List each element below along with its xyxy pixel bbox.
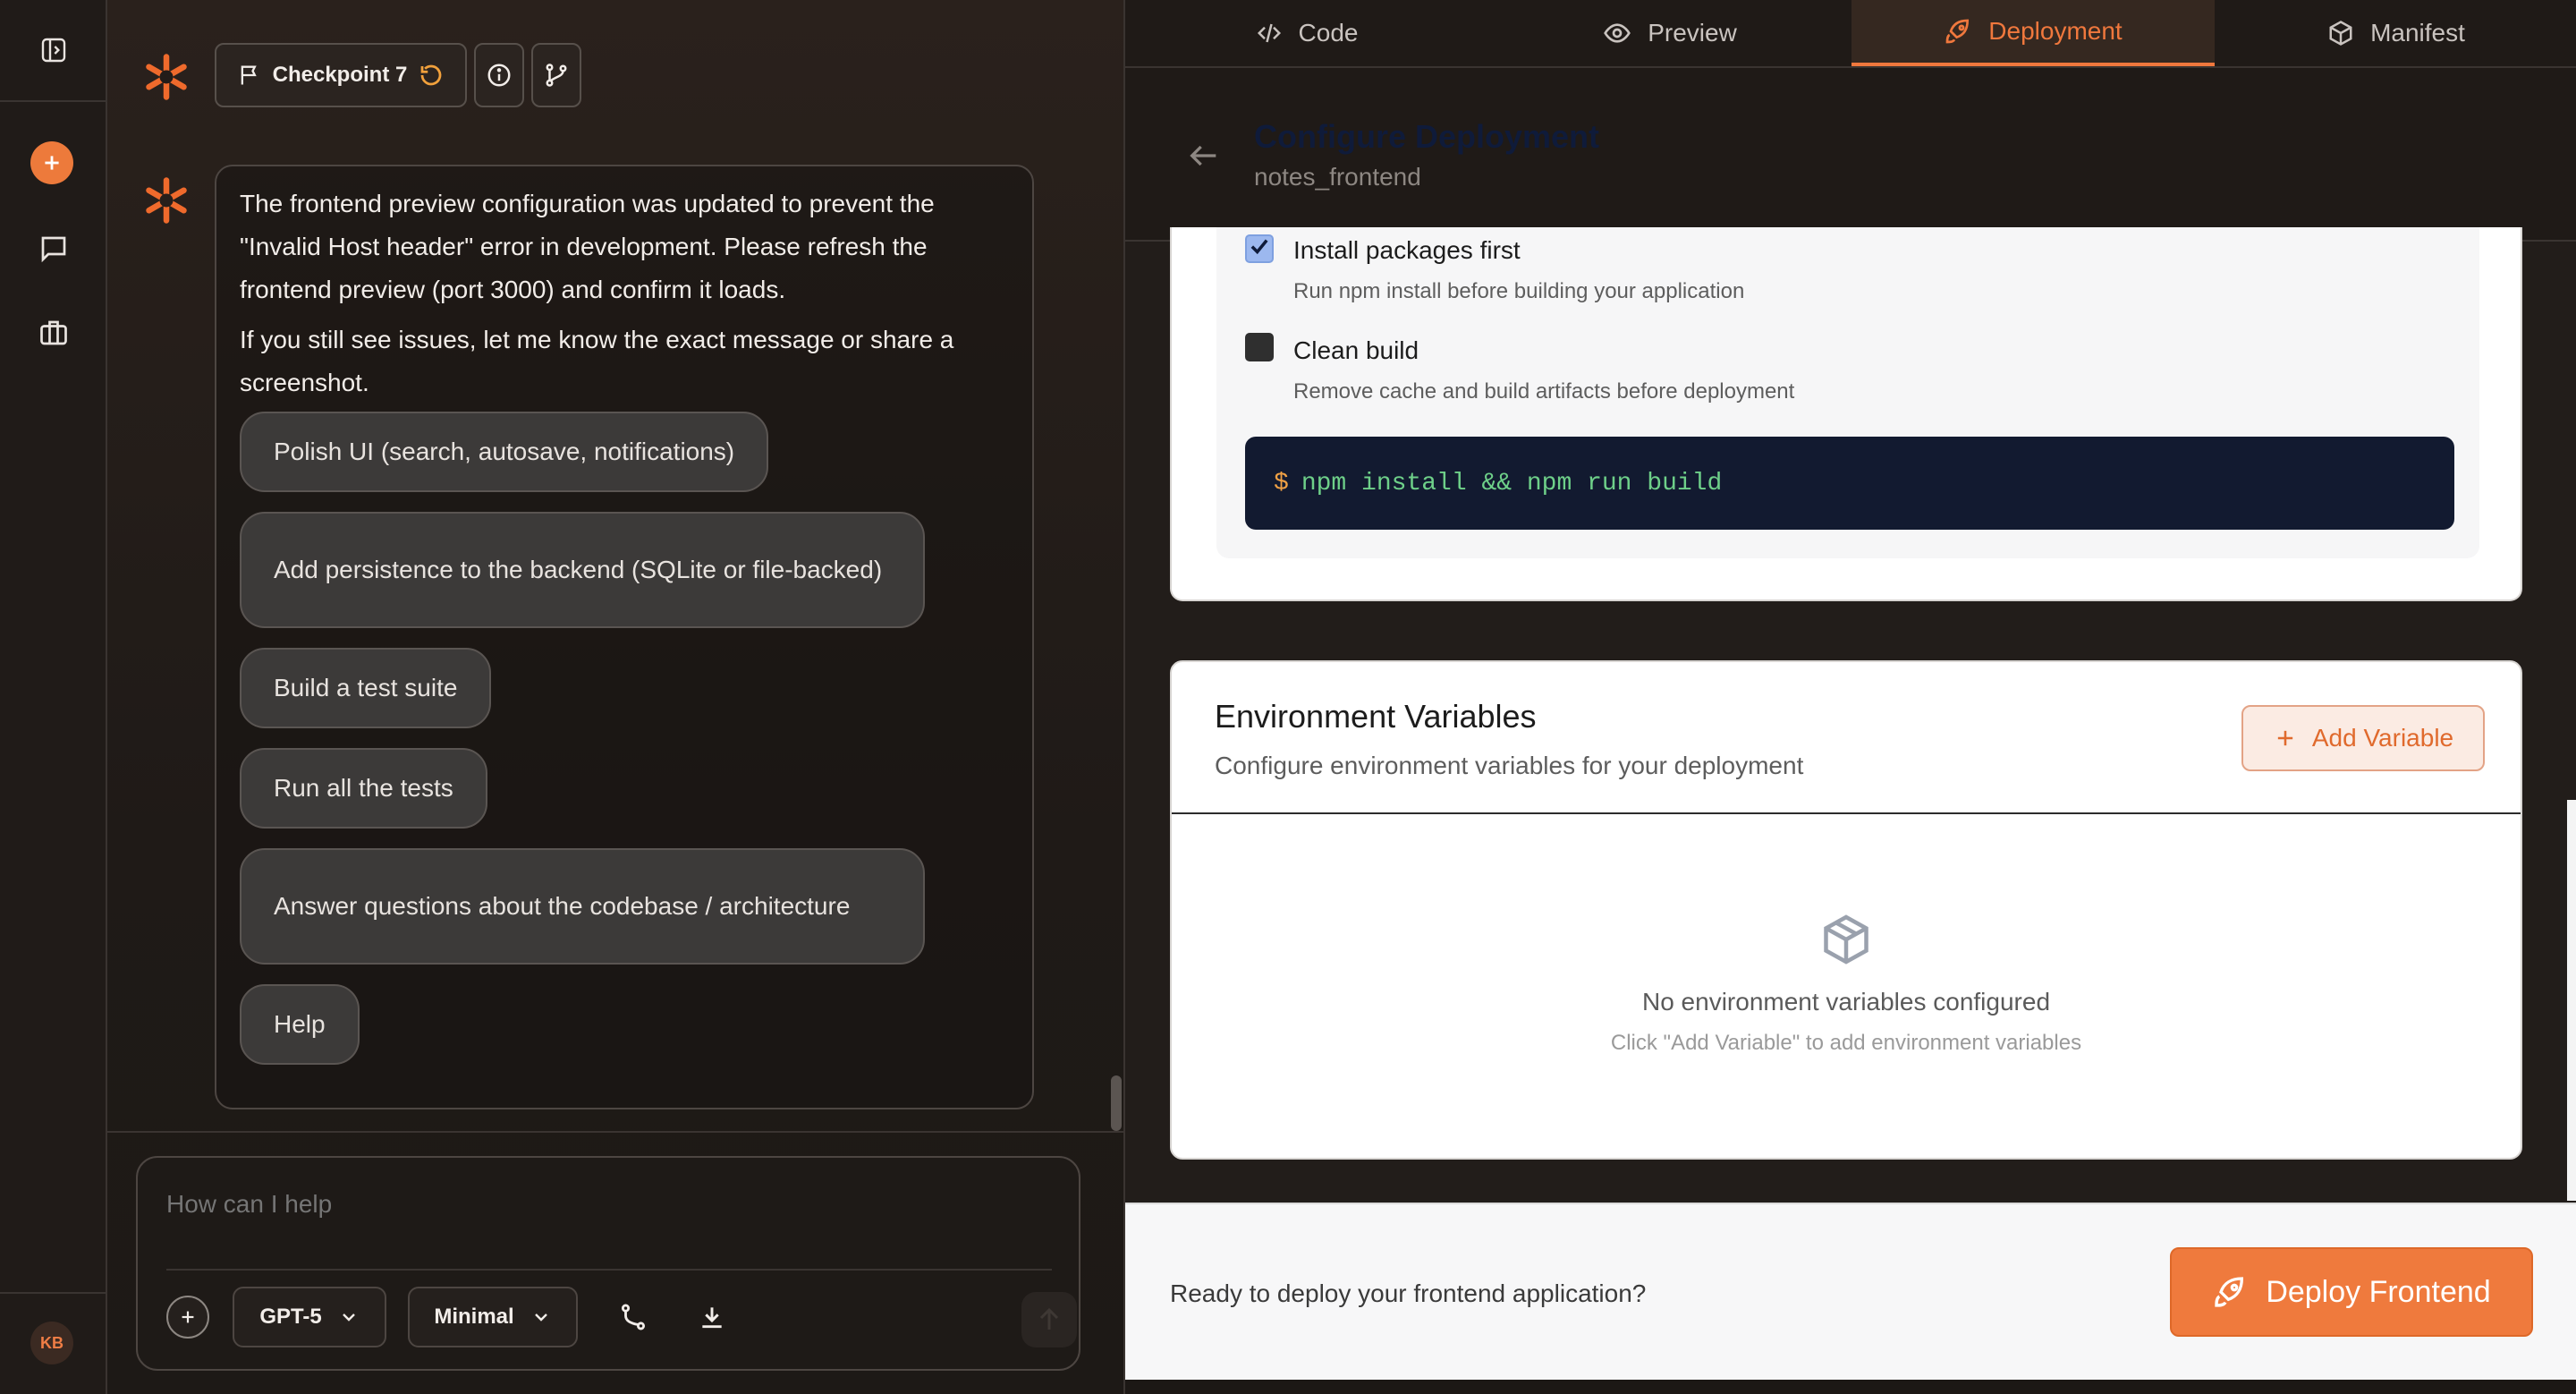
message-input[interactable] <box>166 1177 1052 1231</box>
tab-preview[interactable]: Preview <box>1488 0 1852 66</box>
tab-manifest[interactable]: Manifest <box>2215 0 2576 66</box>
tab-label: Code <box>1298 19 1359 47</box>
model-select[interactable]: GPT-5 <box>233 1287 386 1347</box>
section-subtitle: Configure environment variables for your… <box>1215 752 1804 779</box>
rail-divider <box>0 100 107 102</box>
plus-icon <box>182 1311 194 1323</box>
rocket-icon <box>1945 19 1970 44</box>
empty-state-title: No environment variables configured <box>1641 988 2051 1016</box>
chevron-down-icon <box>534 1313 547 1322</box>
deploy-label: Deploy Frontend <box>2266 1274 2491 1309</box>
code-icon <box>1257 23 1281 43</box>
git-icon[interactable] <box>614 1297 653 1337</box>
eye-icon <box>1604 23 1631 43</box>
sidebar-toggle-icon[interactable] <box>32 29 75 72</box>
chat-divider <box>107 1131 1123 1133</box>
checkpoint-button[interactable]: Checkpoint 7 <box>215 43 467 107</box>
deployment-header: Configure Deployment notes_frontend <box>1125 68 2576 242</box>
package-icon <box>1824 914 1868 965</box>
tab-label: Deployment <box>1988 17 2123 45</box>
model-label: GPT-5 <box>259 1305 322 1329</box>
assistant-message: The frontend preview configuration was u… <box>215 165 1034 1109</box>
tab-code[interactable]: Code <box>1125 0 1488 66</box>
briefcase-icon[interactable] <box>32 311 75 354</box>
reasoning-select[interactable]: Minimal <box>408 1287 578 1347</box>
option-description: Remove cache and build artifacts before … <box>1293 379 1795 404</box>
send-arrow-icon <box>1039 1307 1059 1330</box>
project-name: notes_frontend <box>1254 163 1421 191</box>
build-command: $ npm install && npm run build <box>1245 437 2454 530</box>
add-variable-button[interactable]: Add Variable <box>2241 705 2485 771</box>
command-text: npm install && npm run build <box>1301 469 1723 497</box>
chat-scrollbar[interactable] <box>1111 1075 1122 1131</box>
composer: GPT-5 Minimal <box>136 1156 1080 1371</box>
option-title: Clean build <box>1293 336 1419 364</box>
tab-deployment[interactable]: Deployment <box>1852 0 2215 66</box>
deploy-footer: Ready to deploy your frontend applicatio… <box>1125 1203 2576 1380</box>
option-title: Install packages first <box>1293 236 1521 264</box>
suggestion-chip[interactable]: Add persistence to the backend (SQLite o… <box>240 512 925 628</box>
panel-scrollbar[interactable] <box>2567 800 2576 1201</box>
install-packages-checkbox[interactable] <box>1245 234 1274 263</box>
env-variables-card: Environment Variables Configure environm… <box>1170 660 2522 1160</box>
checkpoint-label: Checkpoint 7 <box>272 63 408 87</box>
page-title: Configure Deployment <box>1254 118 1600 155</box>
tab-label: Preview <box>1648 19 1737 47</box>
git-branch-icon <box>546 64 567 87</box>
deploy-button[interactable]: Deploy Frontend <box>2170 1247 2533 1337</box>
plus-icon <box>2277 730 2293 746</box>
send-button[interactable] <box>1021 1292 1077 1347</box>
empty-state-subtitle: Click "Add Variable" to add environment … <box>1610 1031 2082 1055</box>
command-prompt: $ <box>1274 469 1289 497</box>
suggestion-chip[interactable]: Answer questions about the codebase / ar… <box>240 848 925 965</box>
app-root: KB Checkpoint 7 The frontend preview con… <box>0 0 2576 1394</box>
chat-panel: Checkpoint 7 The frontend preview config… <box>107 0 1123 1394</box>
branch-button[interactable] <box>531 43 581 107</box>
section-title: Environment Variables <box>1215 698 1537 735</box>
reasoning-label: Minimal <box>434 1305 514 1329</box>
composer-divider <box>166 1269 1052 1271</box>
build-options-group: Install packages first Run npm install b… <box>1216 227 2479 558</box>
tab-bar: Code Preview Deployment Manifest <box>1125 0 2576 68</box>
deployment-panel: Code Preview Deployment Manifest Configu… <box>1123 0 2576 1394</box>
rail-divider <box>0 1292 107 1294</box>
avatar[interactable]: KB <box>30 1322 73 1364</box>
add-variable-label: Add Variable <box>2311 724 2454 752</box>
flag-icon <box>241 65 257 85</box>
assistant-avatar-icon <box>146 177 187 224</box>
suggestion-chip[interactable]: Build a test suite <box>240 648 492 728</box>
chevron-down-icon <box>342 1313 355 1322</box>
message-paragraph: The frontend preview configuration was u… <box>240 190 935 303</box>
build-options-card: Install packages first Run npm install b… <box>1170 227 2522 601</box>
bottom-strip <box>1125 1380 2576 1394</box>
attach-button[interactable] <box>166 1296 209 1339</box>
message-paragraph: If you still see issues, let me know the… <box>240 326 954 396</box>
check-icon <box>1250 239 1268 255</box>
suggestion-chip[interactable]: Help <box>240 984 360 1065</box>
download-icon[interactable] <box>692 1297 732 1337</box>
new-chat-icon[interactable] <box>30 141 73 184</box>
left-rail: KB <box>0 0 107 1394</box>
tab-label: Manifest <box>2370 19 2465 47</box>
app-logo-icon <box>146 54 187 100</box>
package-icon <box>2329 21 2352 46</box>
restore-icon[interactable] <box>418 62 445 89</box>
suggestion-chip[interactable]: Run all the tests <box>240 748 487 829</box>
info-button[interactable] <box>474 43 524 107</box>
clean-build-checkbox[interactable] <box>1245 333 1274 361</box>
rocket-icon <box>2215 1277 2244 1307</box>
info-icon <box>487 64 511 87</box>
chat-icon[interactable] <box>32 227 75 270</box>
suggestion-chip[interactable]: Polish UI (search, autosave, notificatio… <box>240 412 769 492</box>
option-description: Run npm install before building your app… <box>1293 279 1745 303</box>
footer-message: Ready to deploy your frontend applicatio… <box>1170 1279 1647 1307</box>
section-divider <box>1172 812 2521 814</box>
back-arrow-icon[interactable] <box>1186 138 1222 174</box>
